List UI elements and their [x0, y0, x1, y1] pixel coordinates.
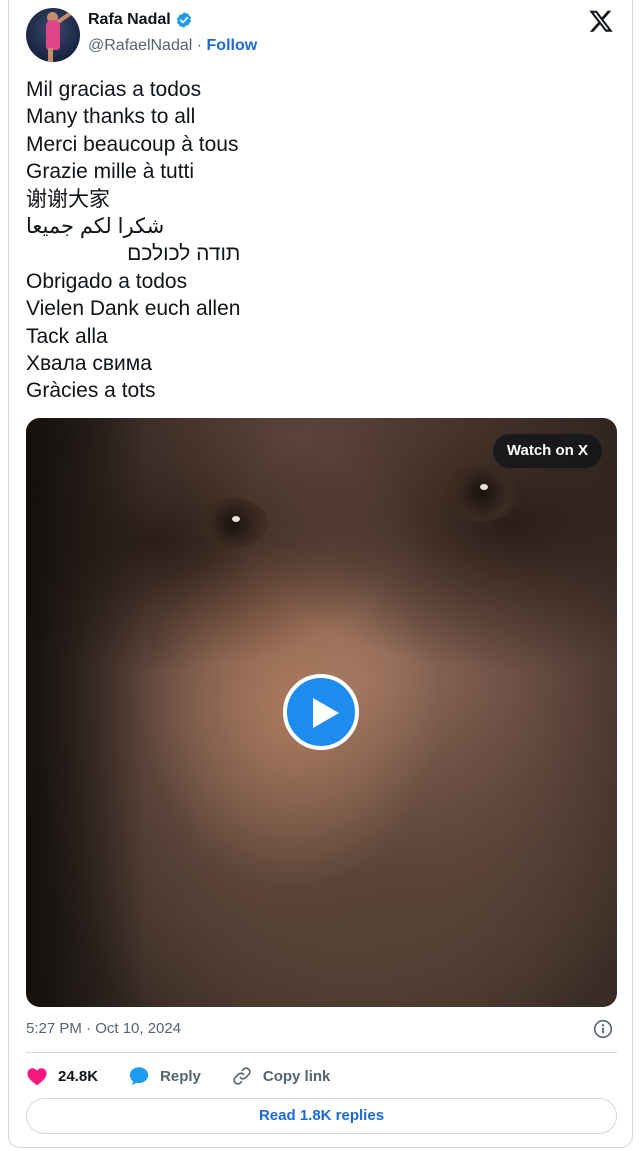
action-bar: 24.8K Reply Copy link: [26, 1063, 360, 1089]
play-button[interactable]: [283, 674, 359, 750]
reply-bubble-icon: [129, 1067, 149, 1086]
tweet-text: Mil gracias a todos Many thanks to all M…: [26, 76, 240, 405]
tweet-line: Many thanks to all: [26, 105, 196, 129]
watch-on-x-button[interactable]: Watch on X: [492, 434, 602, 468]
verified-badge-icon: [176, 12, 191, 28]
link-icon: [233, 1067, 251, 1085]
tweet-line: Merci beaucoup à tous: [26, 132, 239, 156]
video-right-eye: [446, 464, 518, 522]
tweet-line: Хвала свима: [26, 352, 152, 376]
follow-button[interactable]: Follow: [207, 37, 258, 54]
play-icon: [313, 698, 339, 728]
avatar[interactable]: [26, 8, 80, 62]
tweet-line: 谢谢大家: [26, 187, 110, 211]
tweet-line: Grazie mille à tutti: [26, 160, 195, 184]
tweet-timestamp[interactable]: 5:27 PM · Oct 10, 2024: [26, 1020, 181, 1037]
video-player[interactable]: Watch on X: [26, 418, 617, 1007]
divider: [26, 1052, 617, 1053]
video-left-eye: [198, 498, 268, 548]
read-replies-button[interactable]: Read 1.8K replies: [26, 1098, 617, 1134]
tweet-line: Mil gracias a todos: [26, 78, 202, 101]
author-name-row: Rafa Nadal: [88, 11, 193, 29]
copy-link-button[interactable]: Copy link: [231, 1065, 331, 1087]
like-button[interactable]: 24.8K: [26, 1066, 98, 1086]
tweet-line: Gràcies a tots: [26, 379, 156, 403]
author-handle-row: @RafaelNadal · Follow: [88, 37, 257, 55]
tweet-line: תודה לכולכם: [127, 242, 241, 266]
handle-separator: ·: [196, 37, 203, 54]
tweet-line: Vielen Dank euch allen: [26, 297, 241, 321]
author-handle[interactable]: @RafaelNadal: [88, 37, 192, 54]
video-shadow: [26, 418, 146, 1007]
info-icon[interactable]: [593, 1019, 613, 1039]
tweet-line: Obrigado a todos: [26, 269, 188, 293]
x-logo-icon[interactable]: [588, 8, 614, 34]
tweet-line: Tack alla: [26, 324, 108, 348]
reply-button[interactable]: Reply: [128, 1065, 201, 1087]
heart-icon: [27, 1068, 47, 1086]
reply-label: Reply: [160, 1067, 201, 1085]
tweet-line: شكرا لكم جميعا: [26, 215, 165, 239]
copy-link-label: Copy link: [262, 1067, 331, 1085]
likes-count: 24.8K: [58, 1067, 99, 1085]
author-name[interactable]: Rafa Nadal: [88, 11, 171, 29]
